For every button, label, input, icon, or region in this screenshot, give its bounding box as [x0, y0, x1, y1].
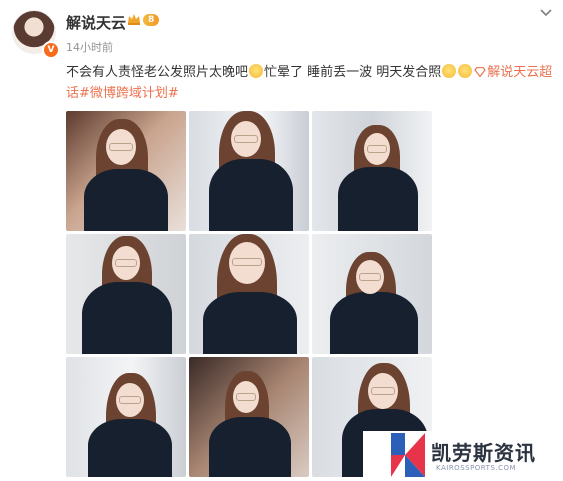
weibo-post: V 解说天云 8 14小时前 不会有人责怪老公发照片太晚吧 忙晕了 睡前丢一波 明… [0, 0, 563, 481]
post-content: 不会有人责怪老公发照片太晚吧 忙晕了 睡前丢一波 明天发合照 解说天云超话#微博跨域… [66, 62, 553, 104]
smile-emoji-icon [249, 64, 264, 78]
content-text-1: 不会有人责怪老公发照片太晚吧 [66, 65, 249, 80]
vip-level: 8 [148, 15, 155, 25]
chevron-down-icon[interactable] [539, 8, 553, 18]
crown-icon [128, 14, 140, 25]
post-photo[interactable] [66, 357, 186, 477]
hashtag-link[interactable]: #微博跨域计划# [79, 86, 179, 101]
shy-emoji-icon [442, 64, 457, 78]
photo-grid [66, 111, 432, 477]
post-photo[interactable] [66, 111, 186, 231]
post-photo[interactable] [189, 234, 309, 354]
shy-emoji-icon [458, 64, 473, 78]
verified-badge: V [42, 41, 60, 59]
post-photo[interactable] [189, 357, 309, 477]
user-name[interactable]: 解说天云 [66, 12, 126, 33]
post-photo[interactable] [189, 111, 309, 231]
kairos-logo-icon [391, 433, 425, 477]
post-photo[interactable] [312, 234, 432, 354]
super-topic-icon [474, 67, 487, 77]
post-time[interactable]: 14小时前 [66, 39, 113, 55]
watermark-title: 凯劳斯资讯 [431, 441, 536, 465]
post-photo[interactable] [312, 111, 432, 231]
watermark-subtitle: KAIROSSPORTS.COM [436, 464, 517, 472]
content-text-2: 忙晕了 睡前丢一波 明天发合照 [264, 65, 442, 80]
post-photo[interactable] [66, 234, 186, 354]
vip-badge[interactable]: 8 [143, 14, 160, 26]
watermark: 凯劳斯资讯 KAIROSSPORTS.COM [363, 431, 563, 481]
